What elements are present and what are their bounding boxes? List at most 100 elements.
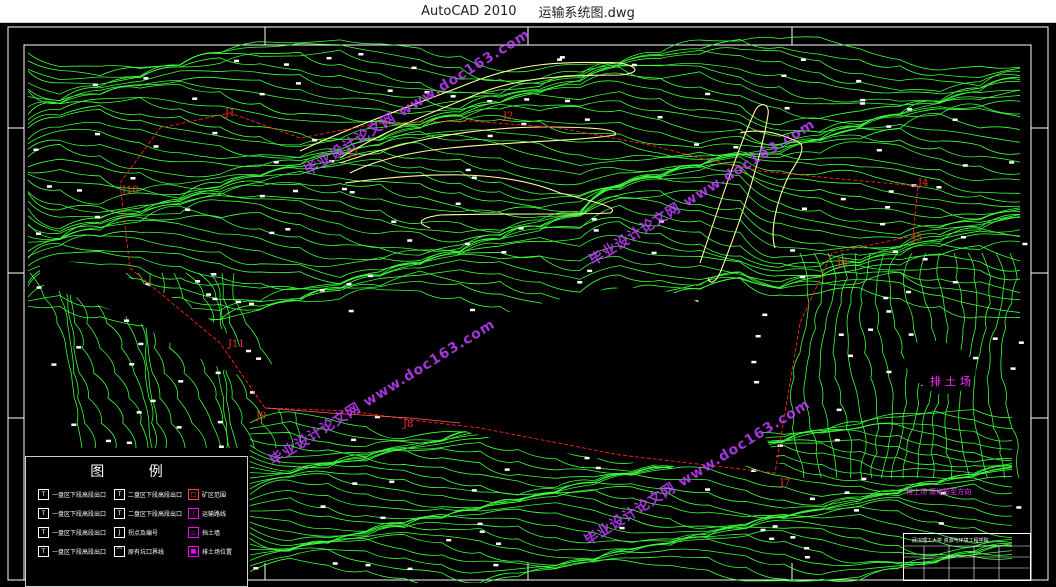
elevation-mark bbox=[235, 300, 241, 304]
elevation-mark bbox=[922, 257, 928, 261]
elevation-mark bbox=[907, 108, 913, 111]
elevation-mark bbox=[809, 497, 815, 501]
elevation-mark bbox=[285, 228, 291, 231]
elevation-mark bbox=[790, 249, 796, 252]
elevation-mark bbox=[212, 131, 218, 135]
elevation-mark bbox=[800, 275, 806, 279]
elevation-mark bbox=[76, 346, 82, 349]
elevation-mark bbox=[195, 280, 201, 283]
elevation-mark bbox=[283, 63, 289, 66]
elevation-mark bbox=[559, 56, 565, 59]
dump-site-label: 排土场 bbox=[930, 375, 975, 388]
elevation-mark bbox=[1022, 242, 1028, 246]
elevation-mark bbox=[800, 58, 806, 61]
elevation-mark bbox=[295, 82, 301, 85]
contour-line bbox=[249, 529, 1013, 560]
elevation-mark bbox=[1010, 367, 1016, 370]
elevation-mark bbox=[465, 168, 471, 172]
elevation-mark bbox=[705, 92, 711, 96]
elevation-mark bbox=[524, 98, 530, 101]
elevation-mark bbox=[470, 308, 476, 312]
contour-line bbox=[27, 164, 1021, 220]
elevation-mark bbox=[834, 438, 840, 442]
elevation-mark bbox=[591, 218, 597, 221]
elevation-mark bbox=[518, 227, 524, 230]
legend-item: △ 挡土墙 bbox=[188, 527, 220, 538]
elevation-mark bbox=[847, 354, 853, 358]
turn-point-label: J6 bbox=[837, 258, 848, 269]
window-titlebar: AutoCAD 2010 运输系统图.dwg bbox=[0, 0, 1056, 23]
elevation-mark bbox=[593, 229, 599, 232]
elevation-mark bbox=[33, 148, 39, 151]
legend-title: 图 例 bbox=[90, 464, 183, 480]
elevation-mark bbox=[407, 567, 413, 571]
elevation-mark bbox=[471, 489, 477, 492]
stope-symbol-icon: T bbox=[38, 546, 49, 557]
elevation-mark bbox=[938, 522, 944, 525]
contour-line bbox=[846, 252, 867, 479]
elevation-mark bbox=[138, 342, 144, 346]
elevation-mark bbox=[471, 176, 477, 179]
elevation-mark bbox=[886, 370, 892, 374]
elevation-mark bbox=[772, 525, 778, 528]
elevation-mark bbox=[380, 516, 386, 520]
elevation-mark bbox=[217, 420, 223, 424]
elevation-mark bbox=[854, 509, 860, 512]
elevation-mark bbox=[351, 438, 357, 442]
mining-area-symbol-icon: □ bbox=[188, 489, 199, 500]
contour-line bbox=[832, 252, 853, 479]
elevation-mark bbox=[888, 190, 894, 193]
elevation-mark bbox=[105, 439, 111, 443]
elevation-mark bbox=[341, 187, 347, 191]
legend-item: □ 矿区范围 bbox=[188, 489, 226, 500]
pit-boundary-symbol-icon: ⌒ bbox=[114, 546, 125, 557]
road-symbol-icon: / bbox=[188, 508, 199, 519]
elevation-mark bbox=[129, 363, 135, 366]
elevation-mark bbox=[71, 423, 77, 427]
elevation-mark bbox=[751, 360, 757, 364]
elevation-mark bbox=[407, 239, 413, 242]
elevation-mark bbox=[185, 208, 191, 212]
elevation-mark bbox=[631, 63, 637, 67]
drawing-canvas[interactable]: J1 J2 J3 J4 J5 J6 J7 J8 J9 J10 J11 排土场 排… bbox=[0, 23, 1056, 587]
app-title: AutoCAD 2010 bbox=[421, 3, 517, 19]
elevation-mark bbox=[150, 399, 156, 403]
elevation-mark bbox=[840, 197, 846, 201]
elevation-mark bbox=[312, 138, 318, 142]
legend-item: T 一盘区下段高段出口 bbox=[38, 489, 106, 500]
elevation-mark bbox=[211, 273, 217, 276]
elevation-mark bbox=[477, 522, 483, 526]
elevation-mark bbox=[212, 297, 218, 301]
dump-note: 排土场 原地形至方向 bbox=[906, 488, 972, 496]
elevation-mark bbox=[95, 132, 101, 136]
legend-panel: 图 例 T 一盘区下段高段出口 T 一盘区下段高段出口 T 一盘区下段高段出口 T 一盘… bbox=[25, 456, 248, 587]
elevation-mark bbox=[705, 488, 711, 491]
elevation-mark bbox=[584, 456, 590, 460]
legend-item: J 拐点及编号 bbox=[114, 527, 158, 538]
elevation-mark bbox=[801, 207, 807, 210]
elevation-mark bbox=[886, 125, 892, 128]
elevation-mark bbox=[143, 77, 149, 80]
elevation-mark bbox=[501, 251, 507, 254]
elevation-mark bbox=[804, 555, 810, 559]
elevation-mark bbox=[249, 302, 255, 306]
elevation-mark bbox=[464, 242, 470, 246]
elevation-mark bbox=[960, 236, 966, 239]
elevation-mark bbox=[587, 269, 593, 273]
turn-point-label: J11 bbox=[228, 339, 245, 350]
contour-line bbox=[249, 554, 1013, 583]
legend-item: ⌒ 原有坑口界线 bbox=[114, 546, 164, 557]
turn-point-label: J9 bbox=[256, 411, 267, 422]
elevation-mark bbox=[176, 426, 182, 429]
legend-item: T 一盘区下段高段出口 bbox=[38, 508, 106, 519]
contour-line bbox=[27, 72, 1021, 120]
turn-point-label: J10 bbox=[122, 185, 139, 196]
elevation-mark bbox=[760, 528, 766, 532]
elevation-mark bbox=[346, 282, 352, 286]
legend-item: T 二盘区下段高段出口 bbox=[114, 508, 182, 519]
elevation-mark bbox=[657, 115, 663, 119]
elevation-mark bbox=[368, 274, 374, 278]
legend-item: ■ 排土场位置 bbox=[188, 546, 232, 557]
elevation-mark bbox=[952, 280, 958, 284]
elevation-mark bbox=[387, 89, 393, 92]
